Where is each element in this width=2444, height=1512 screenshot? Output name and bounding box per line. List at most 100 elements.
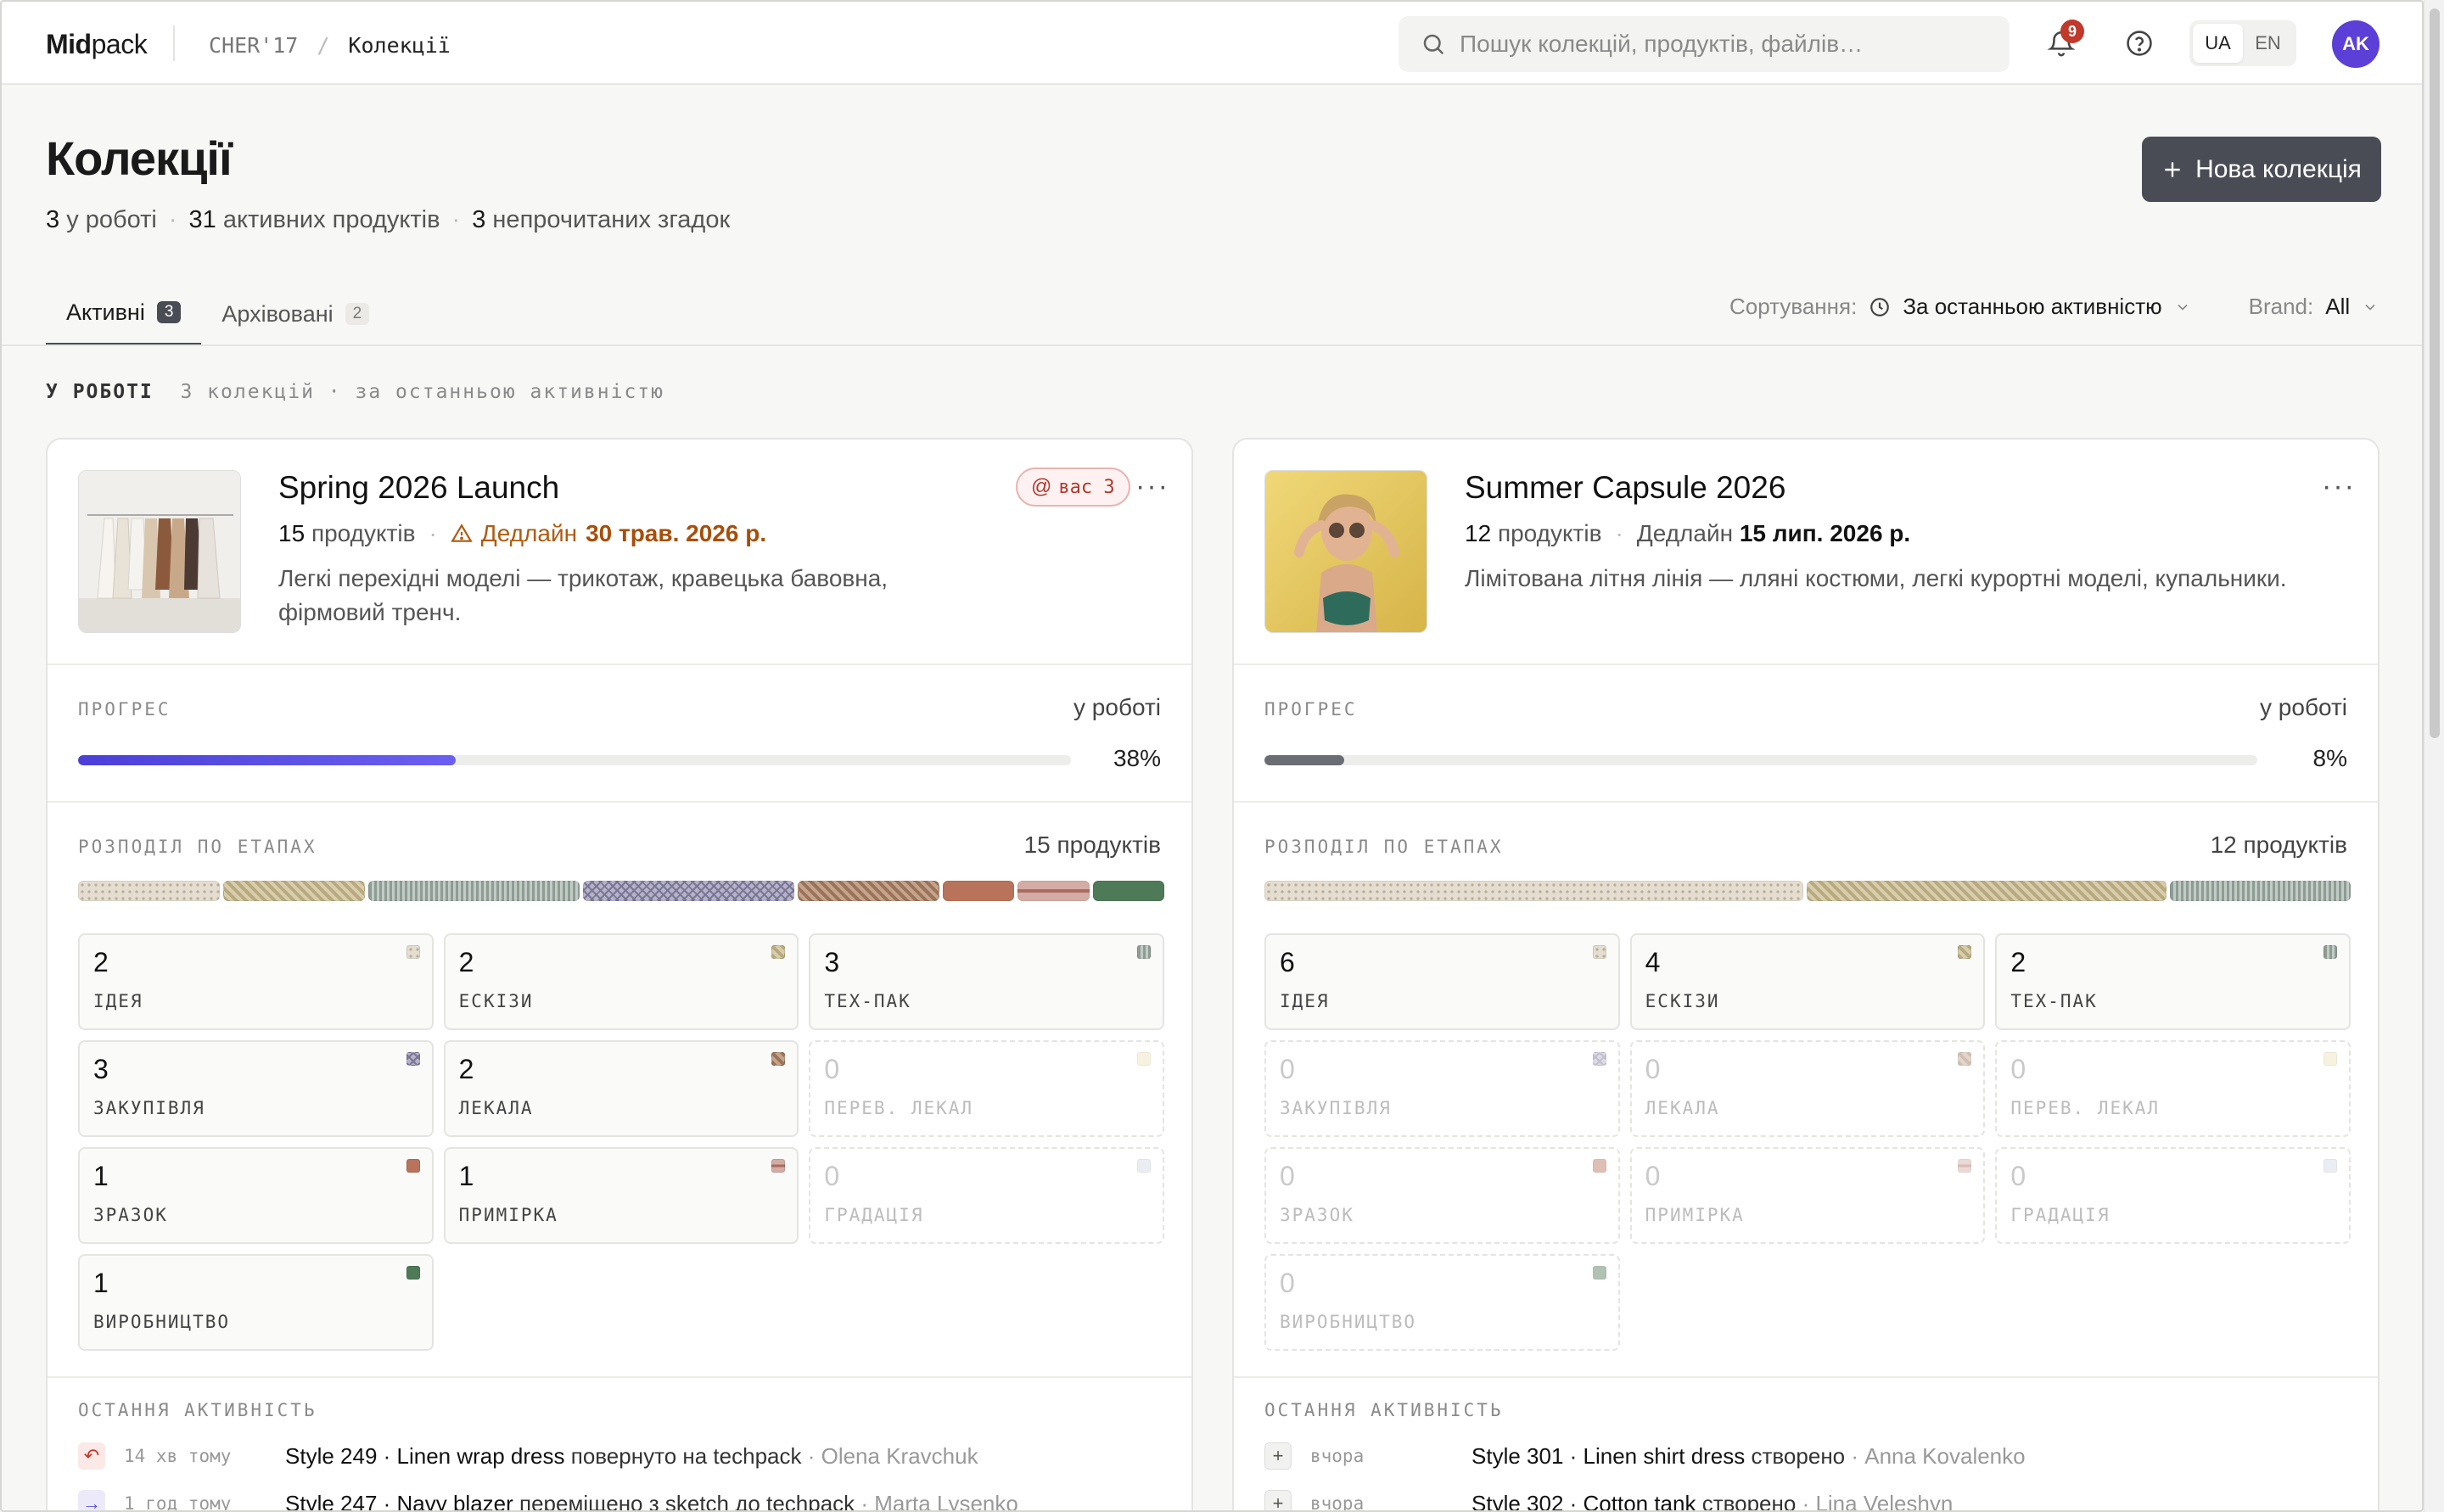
stage-cell[interactable]: 0 ВИРОБНИЦТВО (1264, 1254, 1620, 1351)
stage-name: ПЕРЕВ. ЛЕКАЛ (824, 1098, 974, 1118)
page-scrollbar[interactable] (2424, 0, 2444, 1512)
progress-bar (1264, 755, 2257, 765)
mention-badge[interactable]: @ вас 3 (1016, 468, 1130, 507)
card-divider (1234, 801, 2378, 803)
stage-cell[interactable]: 2 ЛЕКАЛА (443, 1040, 799, 1137)
stage-swatch (2323, 1159, 2337, 1173)
collection-card[interactable]: Spring 2026 Launch 15 продуктів · Дедлай… (46, 438, 1193, 1512)
breadcrumb-workspace[interactable]: CHER'17 (209, 33, 298, 58)
stage-cell[interactable]: 0 ПЕРЕВ. ЛЕКАЛ (1995, 1040, 2351, 1137)
more-options-icon[interactable]: ··· (2322, 470, 2356, 503)
clock-icon (1870, 297, 1890, 316)
new-collection-button[interactable]: Нова колекція (2142, 137, 2381, 202)
activity-item[interactable]: + вчора Style 301 · Linen shirt dress ство… (1264, 1442, 2026, 1470)
top-bar: Midpack CHER'17 / Колекції 9 UA EN AK (2, 2, 2422, 85)
stage-swatch (406, 1266, 420, 1280)
stage-cell[interactable]: 0 ГРАДАЦІЯ (809, 1147, 1164, 1244)
stage-segment[interactable] (78, 881, 220, 901)
progress-percent: 38% (1113, 745, 1161, 771)
help-button[interactable] (2122, 25, 2157, 61)
stage-cell[interactable]: 1 ВИРОБНИЦТВО (78, 1254, 434, 1351)
chevron-down-icon[interactable] (2174, 299, 2191, 316)
progress-label: ПРОГРЕС (78, 699, 171, 720)
stage-cell[interactable]: 0 ЗРАЗОК (1264, 1147, 1620, 1244)
stage-cell[interactable]: 2 ЕСКІЗИ (443, 933, 799, 1030)
progress-status: у роботі (1073, 694, 1161, 720)
stage-segment[interactable] (2170, 881, 2351, 901)
stage-cell[interactable]: 4 ЕСКІЗИ (1629, 933, 1986, 1030)
card-divider (48, 1376, 1191, 1378)
plus-icon (2165, 161, 2180, 177)
activity-item[interactable]: ↶ 14 хв тому Style 249 · Linen wrap dress … (78, 1442, 978, 1470)
stage-swatch (1136, 945, 1151, 959)
stage-segment[interactable] (367, 881, 580, 901)
more-options-icon[interactable]: ··· (1135, 470, 1169, 503)
scrollbar-thumb[interactable] (2430, 8, 2440, 738)
move-icon: → (78, 1490, 105, 1510)
stage-swatch (1958, 1052, 1972, 1066)
activity-item-name: Style 301 · Linen shirt dress (1471, 1442, 1746, 1469)
stage-segment[interactable] (1092, 881, 1165, 901)
stage-swatch (1136, 1159, 1151, 1173)
stage-cell[interactable]: 0 ЛЕКАЛА (1629, 1040, 1986, 1137)
collection-title[interactable]: Spring 2026 Launch (278, 470, 559, 506)
activity-action: переміщено з sketch до techpack (513, 1490, 861, 1512)
stage-segment[interactable] (582, 881, 794, 901)
progress-label: ПРОГРЕС (1264, 699, 1358, 720)
tab-archived[interactable]: Архівовані 2 (201, 282, 390, 346)
activity-item[interactable]: + вчора Style 302 · Cotton tank створено ·… (1264, 1490, 1953, 1512)
stage-grid: 6 ІДЕЯ 4 ЕСКІЗИ 2 ТЕХ-ПАК 0 ЗАКУПІВЛЯ 0 ЛЕКАЛА 0 ПЕ… (1264, 933, 2351, 1351)
stage-count: 2 (458, 1054, 474, 1084)
stage-cell[interactable]: 2 ІДЕЯ (78, 933, 434, 1030)
stage-cell[interactable]: 3 ЗАКУПІВЛЯ (78, 1040, 434, 1137)
activity-time: вчора (1310, 1446, 1365, 1466)
brand-dropdown[interactable]: All (2325, 294, 2350, 320)
stage-segment[interactable] (1017, 881, 1090, 901)
stage-cell[interactable]: 2 ТЕХ-ПАК (1995, 933, 2351, 1030)
breadcrumb: CHER'17 / Колекції (209, 33, 451, 58)
activity-label: ОСТАННЯ АКТИВНІСТЬ (1264, 1400, 1504, 1420)
stage-name: ПРИМІРКА (1645, 1205, 1745, 1225)
activity-item[interactable]: → 1 год тому Style 247 · Navy blazer перем… (78, 1490, 1018, 1512)
sort-controls: Сортування: За останньою активністю Bran… (1729, 294, 2379, 320)
stage-cell[interactable]: 0 ПЕРЕВ. ЛЕКАЛ (809, 1040, 1164, 1137)
stage-cell[interactable]: 3 ТЕХ-ПАК (809, 933, 1164, 1030)
stage-cell[interactable]: 0 ПРИМІРКА (1629, 1147, 1986, 1244)
stage-segment[interactable] (1807, 881, 2167, 901)
stage-name: ЛЕКАЛА (458, 1098, 534, 1118)
stage-name: ТЕХ-ПАК (2010, 991, 2098, 1011)
activity-item-name: Style 302 · Cotton tank (1471, 1490, 1696, 1512)
undo-icon: ↶ (78, 1442, 105, 1470)
search-box[interactable] (1399, 16, 2010, 72)
stage-count: 0 (1280, 1161, 1295, 1191)
activity-author: · Marta Lysenko (860, 1490, 1018, 1512)
stage-segment[interactable] (798, 881, 939, 901)
stage-segment[interactable] (1264, 881, 1803, 901)
activity-author: · Olena Kravchuk (807, 1442, 978, 1469)
collection-title[interactable]: Summer Capsule 2026 (1465, 470, 1785, 506)
stage-segment[interactable] (222, 881, 365, 901)
chevron-down-icon[interactable] (2362, 299, 2379, 316)
stage-cell[interactable]: 0 ГРАДАЦІЯ (1995, 1147, 2351, 1244)
stage-count: 6 (1280, 947, 1295, 977)
search-input[interactable] (1460, 31, 1969, 58)
collection-card[interactable]: Summer Capsule 2026 12 продуктів · Дедла… (1232, 438, 2380, 1512)
stage-cell[interactable]: 1 ЗРАЗОК (78, 1147, 434, 1244)
user-avatar[interactable]: AK (2332, 20, 2380, 68)
sort-dropdown[interactable]: За останньою активністю (1903, 294, 2161, 320)
tab-active[interactable]: Активні 3 (46, 282, 202, 346)
stage-cell[interactable]: 0 ЗАКУПІВЛЯ (1264, 1040, 1620, 1137)
app-logo[interactable]: Midpack (46, 29, 148, 60)
stage-name: ГРАДАЦІЯ (824, 1205, 924, 1225)
stat-active-products: 31 активних продуктів (188, 206, 440, 233)
lang-ua-button[interactable]: UA (2193, 24, 2243, 63)
stage-name: ТЕХ-ПАК (824, 991, 911, 1011)
lang-en-button[interactable]: EN (2243, 24, 2293, 63)
stage-count: 1 (93, 1161, 109, 1191)
stage-cell[interactable]: 1 ПРИМІРКА (443, 1147, 799, 1244)
stage-cell[interactable]: 6 ІДЕЯ (1264, 933, 1620, 1030)
stage-count: 0 (2010, 1054, 2026, 1084)
stage-segment[interactable] (942, 881, 1015, 901)
stage-swatch (2323, 945, 2337, 959)
stage-swatch (1592, 1052, 1606, 1066)
